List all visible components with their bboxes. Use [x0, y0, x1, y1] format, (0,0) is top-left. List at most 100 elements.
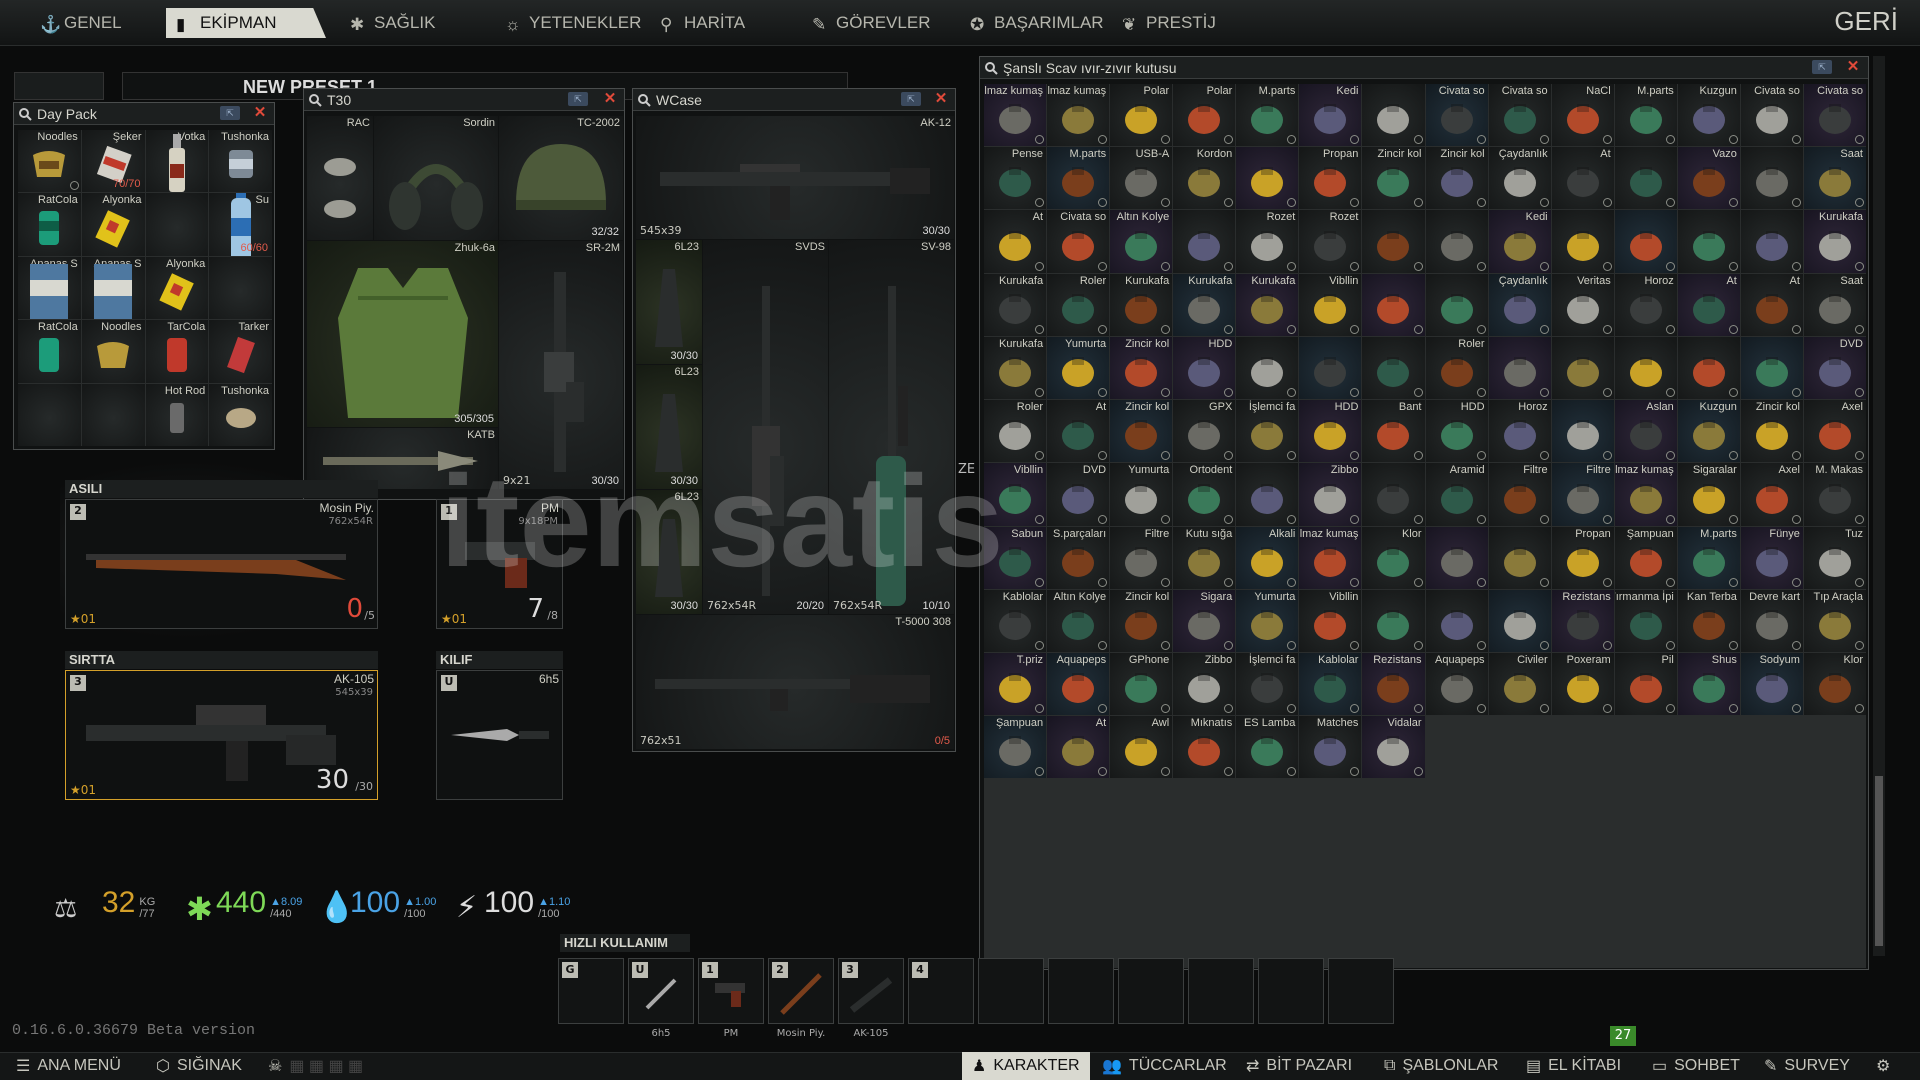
- item-cell[interactable]: Pil: [1614, 652, 1677, 716]
- item-cell[interactable]: Hot Rod: [145, 383, 209, 446]
- item-cell[interactable]: Kurukafa: [984, 336, 1047, 400]
- item-cell[interactable]: [1488, 526, 1551, 589]
- item-cell[interactable]: M.parts: [1614, 84, 1677, 147]
- melee-slot[interactable]: U 6h5: [436, 670, 563, 800]
- item-cell[interactable]: [1362, 336, 1425, 400]
- scav-box-window[interactable]: Şanslı Scav ıvır-zıvır kutusu ⇱ ✕ Yırtıl…: [979, 56, 1869, 970]
- item-cell[interactable]: Vibllin: [984, 463, 1047, 526]
- item-cell[interactable]: Zincir kol: [1110, 336, 1173, 400]
- mag-cell[interactable]: 6L23 30/30: [636, 240, 702, 364]
- item-cell[interactable]: [18, 383, 81, 446]
- quick-slot[interactable]: U 6h5: [628, 958, 694, 1039]
- settings-icon[interactable]: ⚙: [1876, 1052, 1890, 1080]
- item-cell[interactable]: At: [984, 210, 1047, 273]
- item-cell[interactable]: Sodyum: [1740, 652, 1803, 716]
- quick-slot[interactable]: G: [558, 958, 624, 1024]
- item-cell[interactable]: Şampuan: [1614, 526, 1677, 589]
- t30-window[interactable]: T30 ⇱ ✕ RAC Sordin TC-2002 32/32 Zhuk-6a 3…: [303, 88, 625, 500]
- quick-slot[interactable]: 4: [908, 958, 974, 1024]
- item-cell[interactable]: [1677, 336, 1740, 400]
- item-cell[interactable]: [1551, 210, 1614, 273]
- sr2m-cell[interactable]: SR-2M 9x21 30/30: [499, 241, 623, 489]
- item-cell[interactable]: [1362, 210, 1425, 273]
- item-cell[interactable]: Roler: [984, 400, 1047, 463]
- item-cell[interactable]: Veritas: [1551, 273, 1614, 336]
- item-cell[interactable]: Propan: [1551, 526, 1614, 589]
- item-cell[interactable]: M.parts: [1047, 147, 1110, 210]
- item-cell[interactable]: Çaydanlık: [1488, 147, 1551, 210]
- item-cell[interactable]: Civata so: [1047, 210, 1110, 273]
- item-cell[interactable]: Polar: [1173, 84, 1236, 147]
- item-cell[interactable]: [1425, 589, 1488, 652]
- close-icon[interactable]: ✕: [601, 91, 619, 107]
- quick-slot[interactable]: 2 Mosin Piy.: [768, 958, 834, 1039]
- item-cell[interactable]: [1173, 210, 1236, 273]
- quick-slot[interactable]: [978, 958, 1044, 1024]
- item-cell[interactable]: Sabun: [984, 526, 1047, 589]
- item-cell[interactable]: [1425, 526, 1488, 589]
- item-cell[interactable]: Altın Kolye: [1110, 210, 1173, 273]
- survey-button[interactable]: ✎ SURVEY: [1764, 1052, 1850, 1080]
- preset-nav[interactable]: [14, 72, 104, 100]
- item-cell[interactable]: Fünye: [1740, 526, 1803, 589]
- item-cell[interactable]: Matches: [1299, 716, 1362, 779]
- item-cell[interactable]: [1551, 400, 1614, 463]
- item-cell[interactable]: İşlemci fa: [1236, 400, 1299, 463]
- item-cell[interactable]: M.parts: [1677, 526, 1740, 589]
- item-cell[interactable]: Aquapeps: [1425, 652, 1488, 716]
- item-cell[interactable]: Horoz: [1488, 400, 1551, 463]
- item-cell[interactable]: Kan Terba: [1677, 589, 1740, 652]
- item-cell[interactable]: [1362, 589, 1425, 652]
- item-cell[interactable]: Filtre: [1551, 463, 1614, 526]
- item-cell[interactable]: Kedi: [1299, 84, 1362, 147]
- item-cell[interactable]: [1551, 336, 1614, 400]
- primary-weapon-slot[interactable]: 2 Mosin Piy. 762x54R ★01 0 /5: [65, 499, 378, 629]
- item-cell[interactable]: Horoz: [1614, 273, 1677, 336]
- item-cell[interactable]: [209, 256, 272, 320]
- close-icon[interactable]: ✕: [1844, 59, 1862, 75]
- item-cell[interactable]: Kedi: [1488, 210, 1551, 273]
- item-cell[interactable]: Zibbo: [1173, 652, 1236, 716]
- wcase-window[interactable]: WCase ⇱ ✕ AK-12 545x39 30/30 6L23 30/30 6L2…: [632, 88, 956, 752]
- tab-saglik[interactable]: ✱ SAĞLIK: [340, 8, 470, 38]
- item-cell[interactable]: [1488, 336, 1551, 400]
- mag-cell[interactable]: 6L23 30/30: [636, 490, 702, 614]
- tab-genel[interactable]: ⚓ GENEL: [30, 8, 165, 38]
- item-cell[interactable]: [1488, 589, 1551, 652]
- item-cell[interactable]: GPhone: [1110, 652, 1173, 716]
- item-cell[interactable]: DVD: [1803, 336, 1866, 400]
- chat-button[interactable]: ▭ SOHBET: [1652, 1052, 1740, 1080]
- pin-icon[interactable]: ⇱: [568, 92, 588, 106]
- item-cell[interactable]: NaCl: [1551, 84, 1614, 147]
- item-cell[interactable]: Roler: [1425, 336, 1488, 400]
- item-cell[interactable]: Sigaralar: [1677, 463, 1740, 526]
- quick-slot[interactable]: [1118, 958, 1184, 1024]
- item-cell[interactable]: Zincir kol: [1425, 147, 1488, 210]
- item-cell[interactable]: Kablolar: [984, 589, 1047, 652]
- item-cell[interactable]: Pense: [984, 147, 1047, 210]
- item-cell[interactable]: Kuzgun: [1677, 84, 1740, 147]
- item-cell[interactable]: Axel: [1803, 400, 1866, 463]
- item-cell[interactable]: [145, 193, 209, 256]
- item-cell[interactable]: [1740, 336, 1803, 400]
- item-cell[interactable]: Kurukafa: [1803, 210, 1866, 273]
- traders-button[interactable]: 👥 TÜCCARLAR: [1102, 1052, 1227, 1080]
- scav-box-titlebar[interactable]: Şanslı Scav ıvır-zıvır kutusu ⇱ ✕: [980, 57, 1868, 79]
- item-cell[interactable]: Civata so: [1803, 84, 1866, 147]
- item-cell[interactable]: M. Makas: [1803, 463, 1866, 526]
- item-cell[interactable]: [1362, 273, 1425, 336]
- item-cell[interactable]: Vibllin: [1299, 589, 1362, 652]
- item-cell[interactable]: Tushonka: [209, 383, 272, 446]
- item-cell[interactable]: Kordon: [1173, 147, 1236, 210]
- armor-cell[interactable]: Zhuk-6a 305/305: [307, 241, 498, 427]
- item-cell[interactable]: Rezistans: [1362, 652, 1425, 716]
- item-cell[interactable]: Sigara: [1173, 589, 1236, 652]
- item-cell[interactable]: Yırtılmaz kumaş: [1299, 526, 1362, 589]
- item-cell[interactable]: Alyonka: [145, 256, 209, 320]
- item-cell[interactable]: Ananas S: [18, 256, 81, 320]
- item-cell[interactable]: Tarker: [209, 320, 272, 383]
- item-cell[interactable]: Alyonka: [81, 193, 145, 256]
- character-quick-icon[interactable]: ☠ ▦ ▦ ▦ ▦: [268, 1052, 363, 1080]
- wcase-titlebar[interactable]: WCase ⇱ ✕: [633, 89, 955, 111]
- item-cell[interactable]: Yumurta: [1236, 589, 1299, 652]
